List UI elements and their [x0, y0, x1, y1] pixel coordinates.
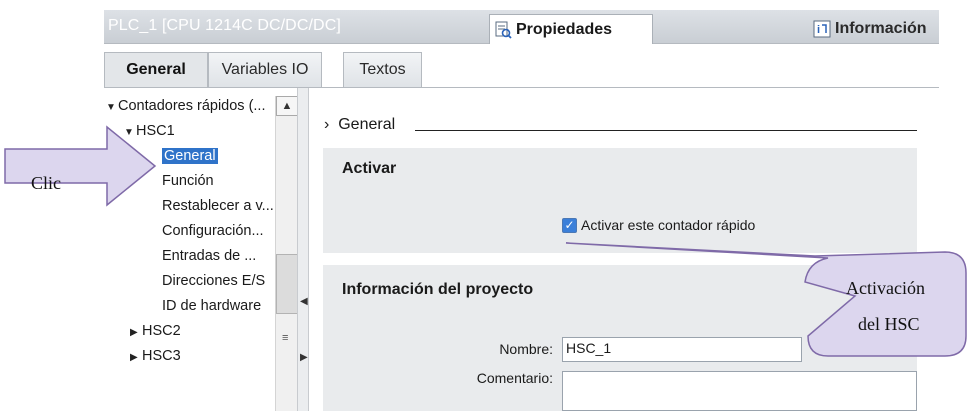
tab-propiedades-label: Propiedades: [516, 20, 613, 38]
tree-item-restablecer[interactable]: Restablecer a v...: [162, 198, 274, 214]
inspector-titlebar: PLC_1 [CPU 1214C DC/DC/DC] Propiedades i…: [104, 10, 939, 44]
comentario-field[interactable]: [562, 371, 917, 411]
tab-informacion-label: Información: [835, 20, 927, 37]
nombre-field[interactable]: HSC_1: [562, 337, 802, 362]
breadcrumb-label: General: [338, 116, 396, 133]
tab-general[interactable]: General: [104, 52, 208, 88]
tree-item-configuracion[interactable]: Configuración...: [162, 223, 264, 239]
expanded-caret-icon: ▼: [124, 127, 134, 138]
window-title: PLC_1 [CPU 1214C DC/DC/DC]: [108, 17, 341, 34]
comentario-label: Comentario:: [476, 370, 553, 386]
tab-textos[interactable]: Textos: [343, 52, 422, 88]
section-activar-title: Activar: [342, 160, 397, 177]
collapsed-caret-icon: ▶: [130, 352, 138, 363]
activar-checkbox-label: Activar este contador rápido: [581, 217, 756, 233]
activacion-callout-line2: del HSC: [858, 314, 920, 334]
tab-propiedades[interactable]: Propiedades: [489, 14, 653, 44]
nombre-label: Nombre:: [499, 341, 553, 357]
pane-splitter[interactable]: ◀ ▶: [297, 88, 309, 411]
tab-variables-io[interactable]: Variables IO: [208, 52, 322, 88]
activacion-callout-line1: Activación: [846, 278, 925, 298]
tree-scrollbar[interactable]: ▲ ≡: [275, 96, 298, 411]
info-icon: i: [813, 20, 831, 38]
tree-item-entradas[interactable]: Entradas de ...: [162, 248, 256, 264]
activar-checkbox-row[interactable]: ✓ Activar este contador rápido: [562, 217, 755, 233]
tree-item-general[interactable]: General: [162, 148, 218, 164]
tree-item-direcciones[interactable]: Direcciones E/S: [162, 273, 265, 289]
collapsed-caret-icon: ▶: [130, 327, 138, 338]
tree-item-funcion[interactable]: Función: [162, 173, 214, 189]
navigation-tree: ▼ Contadores rápidos (... ▼ HSC1 General F…: [104, 88, 290, 411]
scroll-thumb[interactable]: [276, 254, 298, 314]
properties-content: › General Activar ✓ Activar este contado…: [309, 88, 939, 411]
expand-right-icon[interactable]: ▶: [300, 352, 308, 363]
tree-item-id-hardware[interactable]: ID de hardware: [162, 298, 261, 314]
collapse-left-icon[interactable]: ◀: [300, 296, 308, 307]
tab-informacion[interactable]: i Información: [811, 14, 939, 44]
section-info-proyecto: Información del proyecto Nombre: HSC_1 C…: [323, 265, 917, 411]
section-breadcrumb: › General: [324, 116, 395, 134]
tree-item-contadores[interactable]: ▼ Contadores rápidos (...: [106, 98, 266, 114]
checkmark-icon[interactable]: ✓: [562, 217, 577, 233]
clic-callout-text: Clic: [31, 173, 61, 193]
grip-icon: ≡: [282, 332, 289, 344]
header-divider: [415, 130, 917, 131]
svg-text:i: i: [817, 24, 820, 36]
chevron-right-icon: ›: [324, 116, 330, 133]
section-info-title: Información del proyecto: [342, 281, 534, 298]
tree-item-hsc2[interactable]: ▶ HSC2: [130, 323, 181, 339]
tree-item-hsc1[interactable]: ▼ HSC1: [124, 123, 175, 139]
properties-icon: [494, 21, 512, 39]
section-activar: Activar ✓ Activar este contador rápido: [323, 148, 917, 253]
properties-tabrow: General Variables IO Textos: [104, 52, 939, 88]
scroll-up-icon[interactable]: ▲: [276, 96, 298, 116]
expanded-caret-icon: ▼: [106, 102, 116, 113]
tree-item-hsc3[interactable]: ▶ HSC3: [130, 348, 181, 364]
